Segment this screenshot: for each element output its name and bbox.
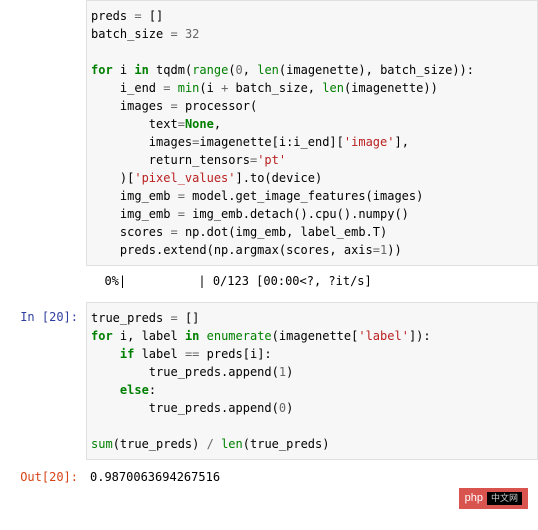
- code-pre-2: true_preds = [] for i, label in enumerat…: [91, 309, 533, 453]
- code-cell-1: preds = [] batch_size = 32 for i in tqdm…: [0, 0, 538, 266]
- in-prompt-empty: [0, 0, 86, 6]
- out-prompt-2: Out[20]:: [0, 462, 86, 486]
- in-prompt-2: In [20]:: [0, 302, 86, 326]
- output-body-1: 0%| | 0/123 [00:00<?, ?it/s]: [86, 266, 538, 296]
- watermark-badge: php 中文网: [459, 488, 528, 509]
- output-row-2: Out[20]: 0.9870063694267516: [0, 462, 538, 492]
- progress-output: 0%| | 0/123 [00:00<?, ?it/s]: [90, 272, 534, 290]
- code-cell-2: In [20]: true_preds = [] for i, label in…: [0, 302, 538, 460]
- watermark-text: php: [465, 490, 483, 507]
- code-pre-1: preds = [] batch_size = 32 for i in tqdm…: [91, 7, 533, 259]
- watermark-cn: 中文网: [487, 492, 522, 506]
- code-body-2: true_preds = [] for i, label in enumerat…: [86, 302, 538, 460]
- output-row-1: 0%| | 0/123 [00:00<?, ?it/s]: [0, 266, 538, 296]
- result-output: 0.9870063694267516: [90, 468, 534, 486]
- out-prompt-empty-1: [0, 266, 86, 272]
- code-body-1: preds = [] batch_size = 32 for i in tqdm…: [86, 0, 538, 266]
